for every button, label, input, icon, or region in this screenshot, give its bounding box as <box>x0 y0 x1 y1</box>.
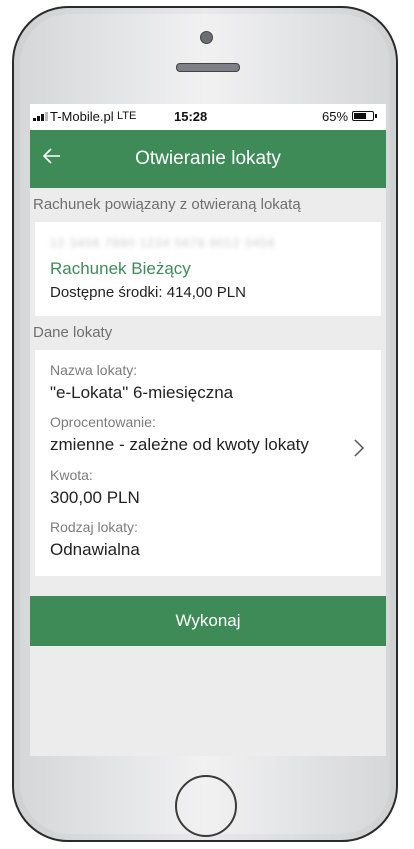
account-section-label: Rachunek powiązany z otwieraną lokatą <box>33 196 301 213</box>
execute-button[interactable]: Wykonaj <box>30 596 386 646</box>
deposit-name-value: "e-Lokata" 6-miesięczna <box>50 383 234 402</box>
deposit-type-value: Odnawialna <box>50 540 140 559</box>
phone-screen: T-Mobile.pl LTE 15:28 65% Otwieranie lok… <box>30 104 386 756</box>
available-funds: Dostępne środki: 414,00 PLN <box>50 284 246 301</box>
battery-percent: 65% <box>322 109 349 124</box>
app-bar: Otwieranie lokaty <box>30 130 386 188</box>
carrier-name: T-Mobile.pl <box>50 109 114 124</box>
deposit-section-label: Dane lokaty <box>33 324 113 341</box>
battery-level <box>354 113 366 119</box>
account-name: Rachunek Bieżący <box>50 259 191 278</box>
home-button[interactable] <box>175 775 237 837</box>
battery-tip <box>375 114 377 118</box>
earpiece-speaker <box>176 63 240 72</box>
battery-icon <box>352 111 374 121</box>
interest-label: Oprocentowanie: <box>50 414 156 430</box>
account-number: 12 3456 7890 1234 5678 9012 3456 <box>50 236 276 250</box>
status-bar: T-Mobile.pl LTE 15:28 65% <box>30 104 386 130</box>
interest-value: zmienne - zależne od kwoty lokaty <box>50 435 309 454</box>
network-type: LTE <box>117 110 137 122</box>
amount-label: Kwota: <box>50 467 93 483</box>
chevron-right-icon[interactable] <box>353 438 365 458</box>
linked-account-card: 12 3456 7890 1234 5678 9012 3456 Rachune… <box>35 222 381 316</box>
deposit-details-card[interactable]: Nazwa lokaty: "e-Lokata" 6-miesięczna Op… <box>35 350 381 576</box>
status-time: 15:28 <box>174 109 208 124</box>
deposit-type-label: Rodzaj lokaty: <box>50 519 138 535</box>
amount-value: 300,00 PLN <box>50 488 140 507</box>
page-title: Otwieranie lokaty <box>135 148 281 169</box>
front-camera <box>200 31 213 44</box>
signal-icon <box>33 112 48 121</box>
deposit-name-label: Nazwa lokaty: <box>50 362 138 378</box>
